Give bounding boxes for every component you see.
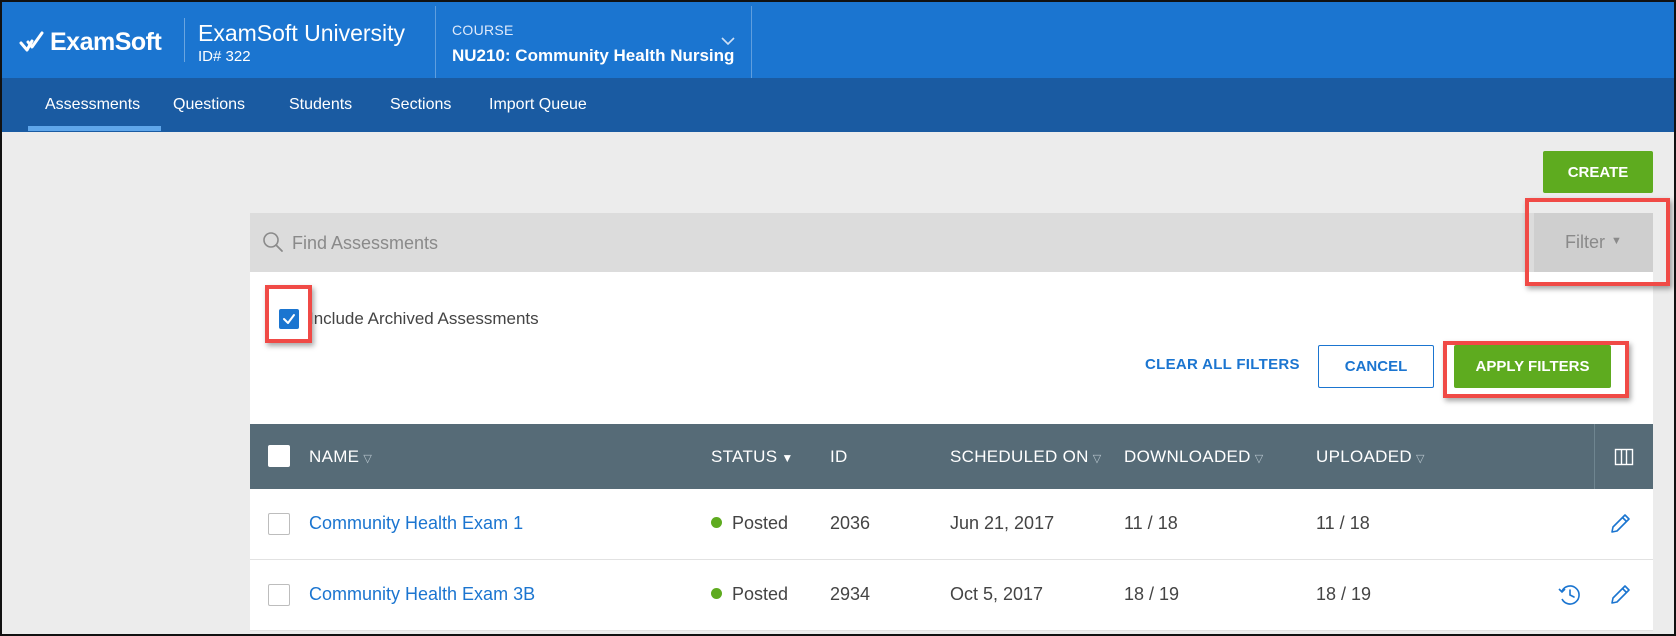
- sort-icon: ▽: [1415, 453, 1425, 465]
- app-window: ExamSoft ExamSoft University ID# 322 COU…: [0, 0, 1676, 636]
- highlight-archived-checkbox: [265, 285, 312, 343]
- clear-all-filters-link[interactable]: CLEAR ALL FILTERS: [1145, 356, 1300, 373]
- course-value: NU210: Community Health Nursing: [452, 46, 735, 65]
- logo-text: ExamSoft: [50, 28, 162, 56]
- columns-icon: [1614, 448, 1634, 465]
- tab-sections[interactable]: Sections: [390, 96, 451, 114]
- course-selector[interactable]: COURSE NU210: Community Health Nursing: [435, 6, 752, 78]
- scheduled-on-cell: Oct 5, 2017: [950, 584, 1044, 604]
- edit-pencil-icon[interactable]: [1607, 511, 1633, 537]
- course-label: COURSE: [452, 22, 514, 38]
- sort-icon: ▽: [1092, 453, 1102, 465]
- search-icon: [263, 232, 283, 252]
- status-dot-icon: [711, 517, 722, 528]
- tab-students[interactable]: Students: [289, 96, 352, 114]
- column-header-name[interactable]: NAME ▽: [309, 447, 372, 467]
- uploaded-cell: 18 / 19: [1316, 584, 1372, 604]
- assessment-name-link[interactable]: Community Health Exam 1: [309, 513, 523, 534]
- search-bar: [250, 213, 1653, 272]
- university-name: ExamSoft University: [198, 20, 406, 46]
- column-header-downloaded[interactable]: DOWNLOADED ▽: [1124, 447, 1264, 467]
- tab-assessments[interactable]: Assessments: [45, 96, 140, 114]
- edit-pencil-icon[interactable]: [1607, 582, 1633, 608]
- column-header-status[interactable]: STATUS ▼: [711, 447, 794, 467]
- top-header: ExamSoft ExamSoft University ID# 322 COU…: [2, 2, 1674, 78]
- university-id: ID# 322: [198, 48, 251, 65]
- main-nav: Assessments Questions Students Sections …: [2, 78, 1674, 132]
- tab-import-queue[interactable]: Import Queue: [489, 96, 587, 114]
- sort-desc-icon: ▼: [781, 451, 794, 465]
- active-tab-indicator: [28, 126, 161, 131]
- highlight-apply-filters: [1443, 341, 1629, 398]
- search-input[interactable]: [292, 225, 1192, 261]
- header-divider: [184, 18, 185, 62]
- table-header: NAME ▽ STATUS ▼ ID SCHEDULED ON ▽ DOWNLOADE…: [250, 424, 1653, 489]
- select-all-checkbox[interactable]: [268, 445, 290, 467]
- column-header-uploaded[interactable]: UPLOADED ▽: [1316, 447, 1425, 467]
- scheduled-on-cell: Jun 21, 2017: [950, 513, 1055, 533]
- status-cell: Posted: [711, 513, 788, 534]
- uploaded-cell: 11 / 18: [1316, 513, 1370, 533]
- highlight-filter: [1525, 198, 1670, 286]
- sort-icon: ▽: [1254, 453, 1264, 465]
- chevron-down-icon: [721, 37, 735, 46]
- row-checkbox[interactable]: [268, 584, 290, 606]
- status-dot-icon: [711, 588, 722, 599]
- id-cell: 2036: [830, 513, 871, 533]
- id-cell: 2934: [830, 584, 871, 604]
- column-header-id[interactable]: ID: [830, 447, 848, 467]
- column-settings-button[interactable]: [1594, 424, 1653, 489]
- assessment-name-link[interactable]: Community Health Exam 3B: [309, 584, 535, 605]
- schedule-history-icon[interactable]: [1557, 582, 1583, 608]
- column-header-scheduled-on[interactable]: SCHEDULED ON ▽: [950, 447, 1101, 467]
- examsoft-logo[interactable]: ExamSoft: [18, 28, 162, 57]
- sort-icon: ▽: [363, 453, 373, 465]
- row-checkbox[interactable]: [268, 513, 290, 535]
- downloaded-cell: 11 / 18: [1124, 513, 1178, 533]
- table-row: Community Health Exam 1 Posted 2036 Jun …: [250, 489, 1653, 560]
- status-cell: Posted: [711, 584, 788, 605]
- downloaded-cell: 18 / 19: [1124, 584, 1180, 604]
- include-archived-label[interactable]: Include Archived Assessments: [309, 309, 539, 329]
- table-row: Community Health Exam 3B Posted 2934 Oct…: [250, 560, 1653, 631]
- cancel-button[interactable]: CANCEL: [1318, 345, 1434, 388]
- university-block: ExamSoft University ID# 322: [198, 20, 405, 66]
- tab-questions[interactable]: Questions: [173, 96, 245, 114]
- examsoft-logo-icon: [19, 31, 44, 51]
- create-button[interactable]: CREATE: [1543, 151, 1653, 193]
